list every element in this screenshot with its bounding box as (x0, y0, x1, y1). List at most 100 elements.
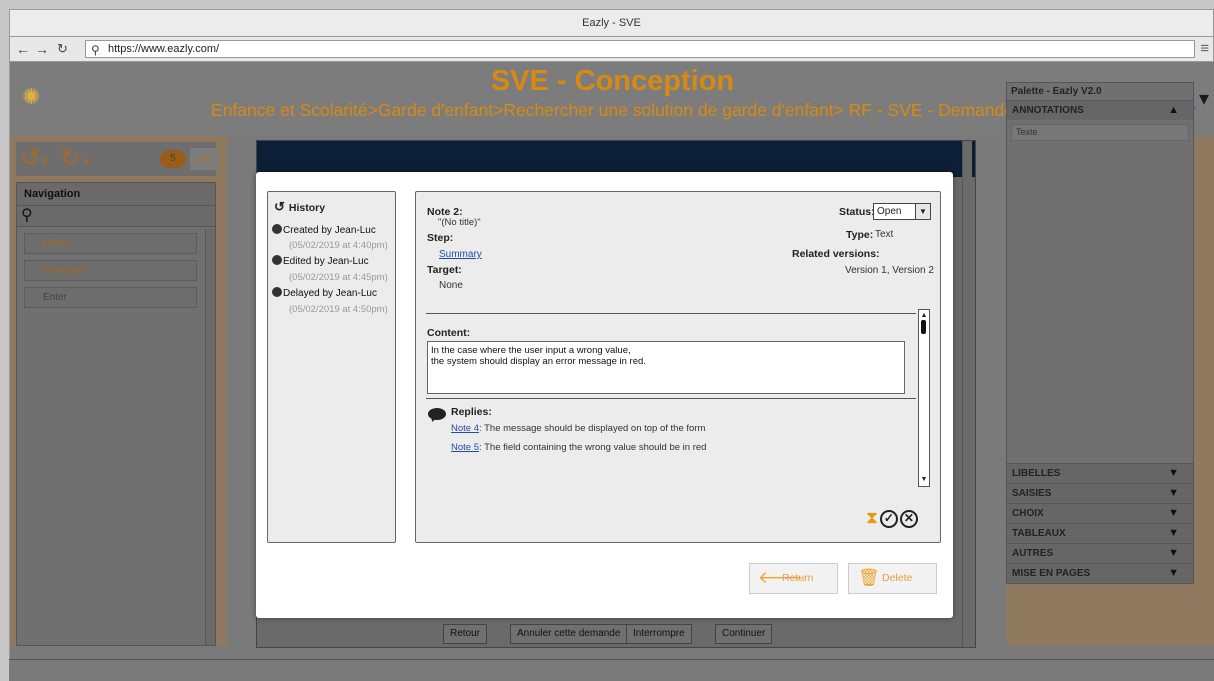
scroll-down-icon[interactable]: ▼ (919, 474, 929, 486)
navigation-scrollbar[interactable] (205, 229, 215, 645)
return-button[interactable]: 🡐 Return (749, 563, 838, 594)
target-value: None (439, 280, 463, 291)
language-selector[interactable]: EN (190, 148, 218, 170)
history-title: ↺ History (274, 199, 325, 215)
detail-scrollbar[interactable]: ▲ ▼ (918, 309, 930, 487)
interrompre-button[interactable]: Interrompre (626, 624, 692, 644)
bullet-icon (272, 224, 282, 234)
reply-note-link[interactable]: Note 4 (451, 423, 479, 434)
undo-dropdown-icon[interactable]: ▾ (42, 154, 48, 168)
reply-item: Note 4: The message should be displayed … (451, 423, 705, 434)
expand-icon: ▼ (1168, 467, 1179, 479)
palette-sections: LIBELLES ▼ SAISIES ▼ CHOIX ▼ TABLEAUX ▼ AUTR… (1007, 463, 1193, 583)
redo-dropdown-icon[interactable]: ▾ (84, 154, 90, 168)
expand-icon: ▼ (1168, 487, 1179, 499)
history-entry: Delayed by Jean-Luc (272, 287, 377, 299)
address-bar: ← → ↻ ⚲ https://www.eazly.com/ ≡ (9, 36, 1214, 62)
window-titlebar: Eazly - SVE (9, 9, 1214, 36)
forward-arrow-icon[interactable]: → (35, 40, 49, 58)
delete-button[interactable]: 🗑 Delete (848, 563, 937, 594)
history-panel: ↺ History Created by Jean-Luc (05/02/2019… (267, 191, 396, 543)
reply-text: : The field containing the wrong value s… (479, 442, 707, 453)
expand-icon: ▼ (1168, 527, 1179, 539)
content-label: Content: (427, 327, 471, 339)
note-dialog: ↺ History Created by Jean-Luc (05/02/2019… (256, 172, 953, 618)
delay-hourglass-icon[interactable]: ⧗ (866, 508, 878, 527)
validate-check-icon[interactable]: ✓ (879, 509, 898, 528)
collapse-icon: ▲ (1168, 104, 1179, 116)
palette-panel: Palette - Eazly V2.0 ANNOTATIONS ▲ Texte… (1006, 82, 1194, 584)
palette-section-label: TABLEAUX (1012, 528, 1066, 539)
palette-title: Palette - Eazly V2.0 (1011, 86, 1102, 97)
window-title: Eazly - SVE (582, 17, 641, 29)
divider (426, 313, 916, 314)
history-icon: ↺ (274, 199, 285, 214)
palette-section-label: AUTRES (1012, 548, 1054, 559)
type-value: Text (875, 229, 894, 240)
palette-item-texte[interactable]: Texte (1011, 124, 1189, 141)
expand-icon: ▼ (1168, 507, 1179, 519)
return-label: Return (782, 572, 814, 584)
url-field[interactable]: ⚲ https://www.eazly.com/ (85, 40, 1195, 58)
history-entry-text: Edited by Jean-Luc (283, 256, 369, 267)
url-text: https://www.eazly.com/ (108, 43, 220, 55)
notes-count-badge[interactable]: 5 (160, 150, 186, 168)
content-line: In the case where the user input a wrong… (431, 345, 631, 356)
palette-section-choix[interactable]: CHOIX ▼ (1007, 503, 1193, 523)
content-text-area[interactable]: In the case where the user input a wrong… (427, 341, 905, 394)
nav-item-summary[interactable]: Summary (24, 260, 197, 281)
reply-item: Note 5: The field containing the wrong v… (451, 442, 706, 453)
search-icon[interactable]: ⚲ (17, 207, 33, 224)
bullet-icon (272, 287, 282, 297)
canvas-scrollbar[interactable] (962, 141, 972, 647)
scroll-thumb[interactable] (921, 320, 926, 334)
trash-icon: 🗑 (858, 568, 880, 587)
history-entry-date: (05/02/2019 at 4:50pm) (289, 304, 388, 315)
navigation-search[interactable]: ⚲ (17, 205, 215, 227)
step-link[interactable]: Summary (439, 249, 482, 260)
status-select[interactable]: Open ▼ (873, 203, 931, 220)
palette-section-autres[interactable]: AUTRES ▼ (1007, 543, 1193, 563)
navigation-panel: Navigation ⚲ Home Summary Enter (16, 182, 216, 646)
redo-icon[interactable]: ↻ (60, 144, 80, 173)
palette-section-label: ANNOTATIONS (1012, 105, 1084, 116)
history-entry: Created by Jean-Luc (272, 224, 376, 236)
palette-section-label: MISE EN PAGES (1012, 568, 1091, 579)
palette-section-annotations[interactable]: ANNOTATIONS ▲ (1007, 100, 1193, 120)
divider (426, 398, 916, 399)
search-icon: ⚲ (91, 43, 100, 57)
navigation-title: Navigation (17, 183, 215, 205)
nav-item-enter[interactable]: Enter (24, 287, 197, 308)
annuler-button[interactable]: Annuler cette demande (510, 624, 628, 644)
undo-icon[interactable]: ↺ (20, 144, 40, 173)
bullet-icon (272, 255, 282, 265)
history-title-text: History (288, 202, 326, 214)
history-entry-text: Delayed by Jean-Luc (283, 288, 377, 299)
palette-section-tableaux[interactable]: TABLEAUX ▼ (1007, 523, 1193, 543)
history-entry-text: Created by Jean-Luc (283, 225, 376, 236)
expand-icon: ▼ (1168, 567, 1179, 579)
continuer-button[interactable]: Continuer (715, 624, 773, 644)
palette-section-label: CHOIX (1012, 508, 1044, 519)
type-label: Type: (846, 229, 874, 241)
reply-note-link[interactable]: Note 5 (451, 442, 479, 453)
related-versions-label: Related versions: (792, 248, 880, 260)
menu-icon[interactable]: ≡ (1200, 40, 1209, 57)
retour-button[interactable]: Retour (443, 624, 488, 644)
palette-section-libelles[interactable]: LIBELLES ▼ (1007, 463, 1193, 483)
related-versions-value: Version 1, Version 2 (845, 265, 934, 276)
palette-section-mise-en-pages[interactable]: MISE EN PAGES ▼ (1007, 563, 1193, 583)
speech-bubble-icon (428, 408, 446, 420)
back-arrow-icon[interactable]: ← (16, 40, 30, 58)
reload-icon[interactable]: ↻ (57, 40, 68, 58)
palette-section-saisies[interactable]: SAISIES ▼ (1007, 483, 1193, 503)
nav-item-home[interactable]: Home (24, 233, 197, 254)
note-detail-panel: Note 2: "(No title)" Step: Summary Targe… (415, 191, 941, 543)
reject-x-icon[interactable]: ✕ (899, 509, 918, 528)
history-entry-date: (05/02/2019 at 4:40pm) (289, 240, 388, 251)
status-value: Open (877, 206, 902, 217)
status-label: Status: (839, 206, 875, 218)
palette-section-label: SAISIES (1012, 488, 1052, 499)
toolbar: ↺ ▾ ↻ ▾ 5 EN (16, 142, 218, 176)
reply-text: : The message should be displayed on top… (479, 423, 706, 434)
